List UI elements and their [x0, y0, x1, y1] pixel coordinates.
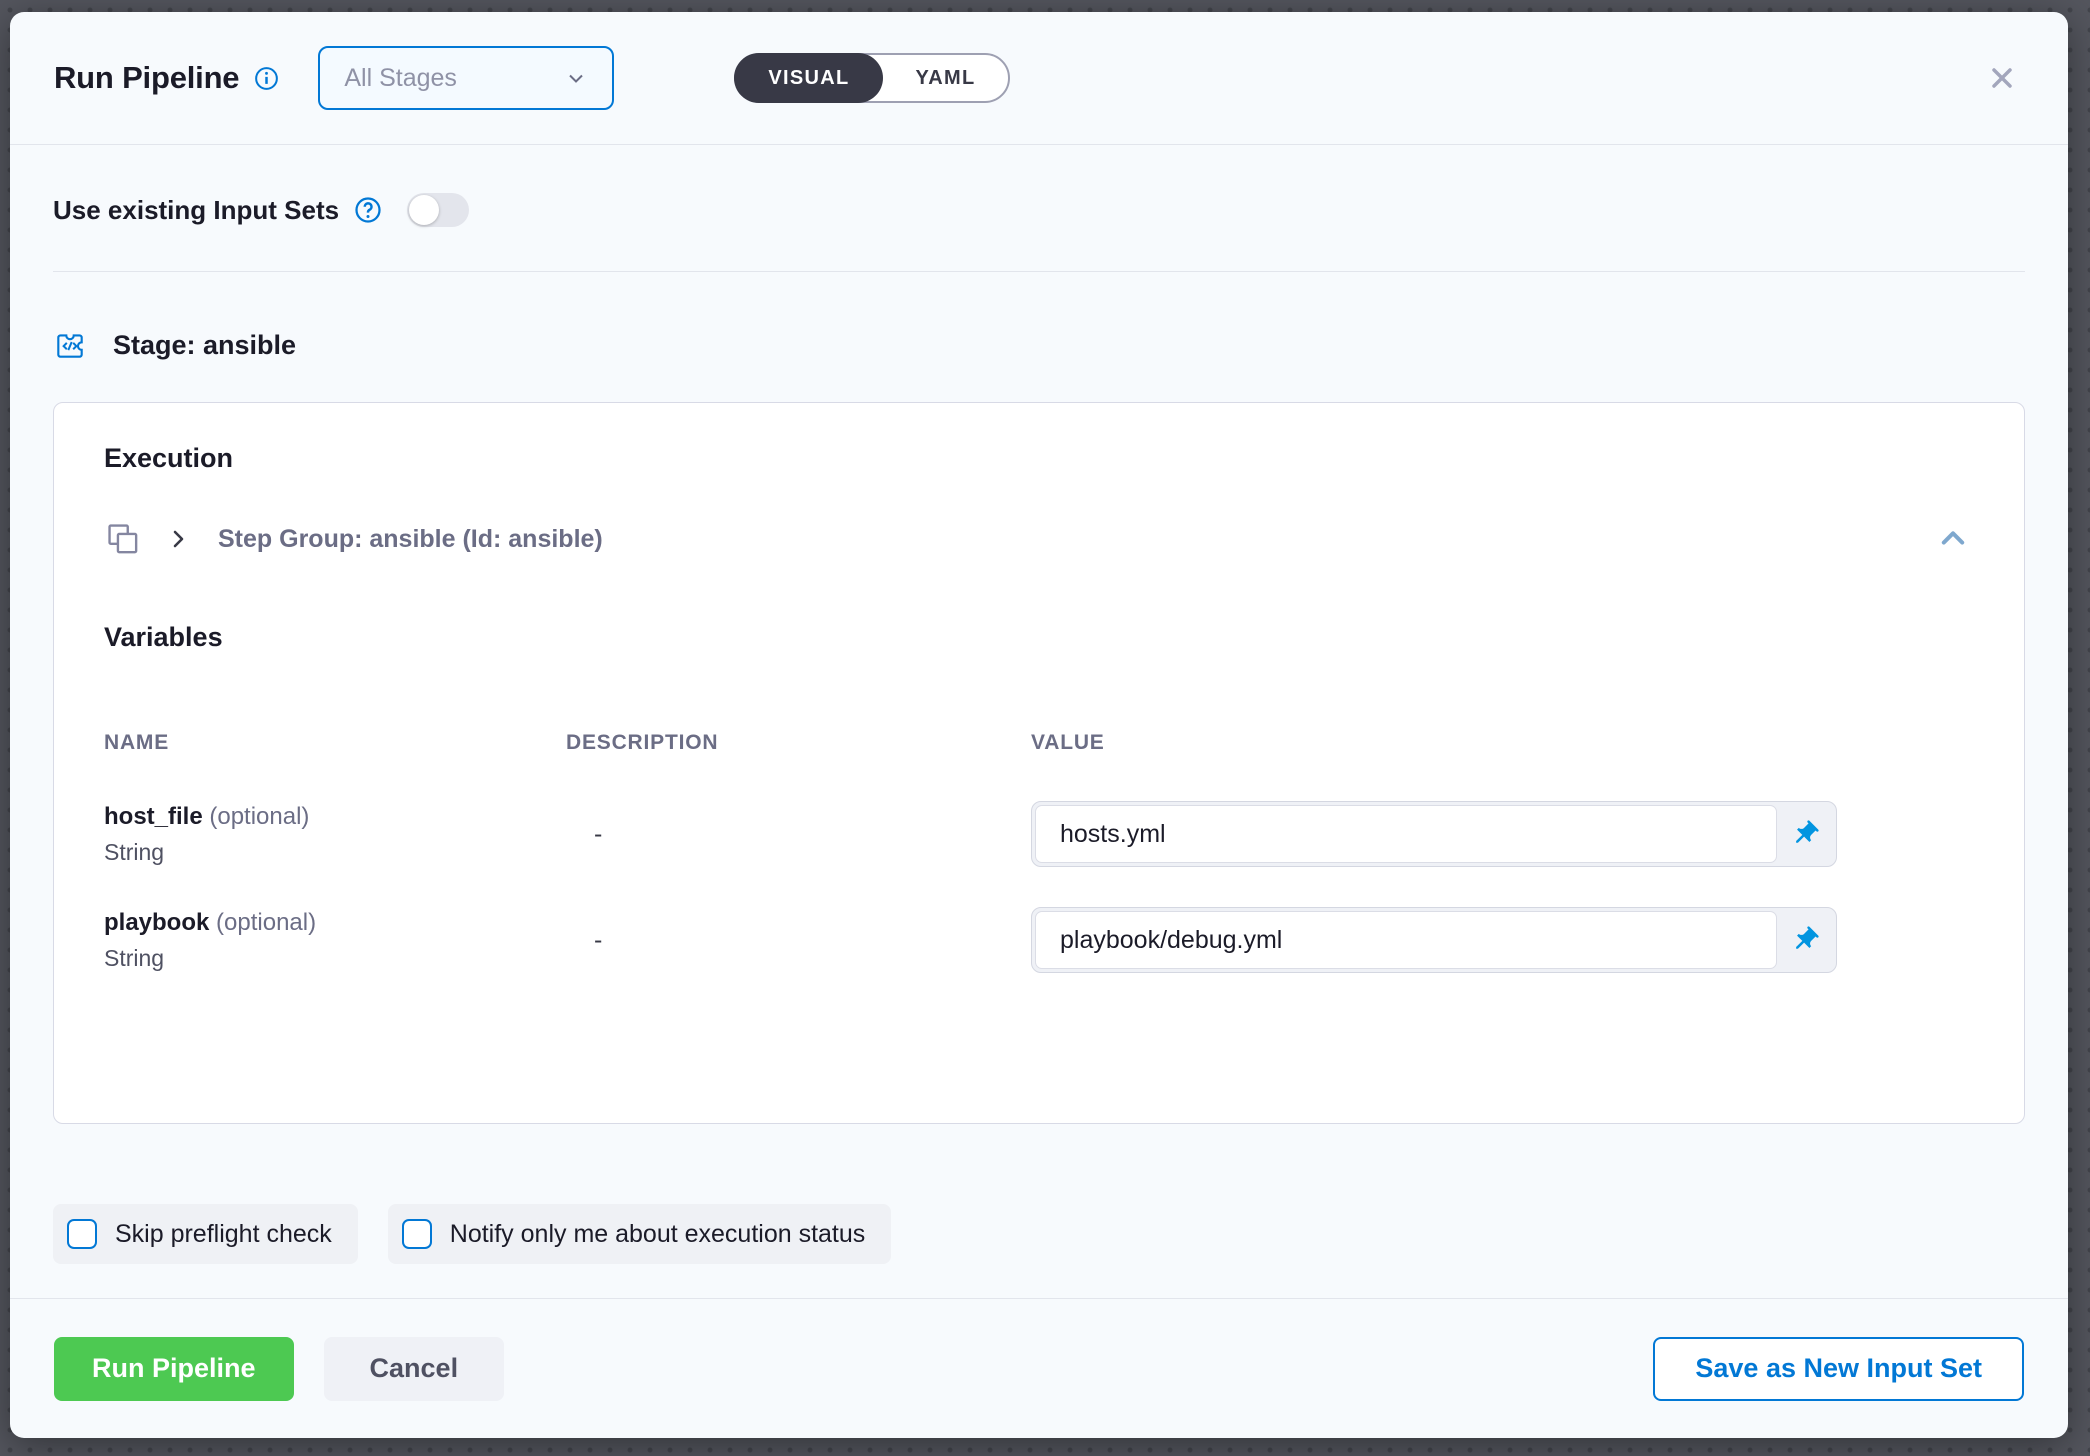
variables-title: Variables	[104, 622, 1974, 653]
variable-name: playbook	[104, 909, 209, 936]
pin-icon[interactable]	[1777, 911, 1833, 969]
skip-preflight-checkbox[interactable]: Skip preflight check	[53, 1204, 358, 1264]
dialog-footer: Run Pipeline Cancel Save as New Input Se…	[10, 1298, 2068, 1438]
variables-table-header: NAME DESCRIPTION VALUE	[104, 731, 1974, 755]
value-input-group	[1031, 801, 1837, 867]
use-existing-input-sets-label: Use existing Input Sets	[53, 195, 339, 226]
column-value: VALUE	[1031, 731, 1974, 755]
run-pipeline-button[interactable]: Run Pipeline	[54, 1337, 294, 1401]
tab-visual[interactable]: VISUAL	[734, 53, 883, 103]
checkbox-icon[interactable]	[402, 1219, 432, 1249]
skip-preflight-label: Skip preflight check	[115, 1220, 332, 1249]
table-row: playbook (optional) String -	[104, 907, 1974, 973]
stage-header-row: Stage: ansible	[53, 328, 2025, 362]
playbook-input[interactable]	[1035, 911, 1777, 969]
column-name: NAME	[104, 731, 566, 755]
optional-tag: (optional)	[209, 803, 309, 830]
checkbox-icon[interactable]	[67, 1219, 97, 1249]
cancel-button[interactable]: Cancel	[324, 1337, 505, 1401]
execution-title: Execution	[104, 443, 1974, 474]
column-description: DESCRIPTION	[566, 731, 1031, 755]
chevron-down-icon	[564, 66, 588, 90]
step-group-label: Step Group: ansible (Id: ansible)	[218, 525, 603, 554]
stage-title: Stage: ansible	[113, 330, 296, 361]
info-icon[interactable]	[253, 65, 280, 92]
visual-yaml-toggle: VISUAL YAML	[734, 53, 1009, 103]
close-icon[interactable]	[1980, 56, 2024, 100]
variable-name-cell: playbook (optional) String	[104, 909, 566, 972]
step-group-icon	[104, 520, 142, 558]
dialog-body: Use existing Input Sets	[10, 145, 2068, 1298]
step-group-row[interactable]: Step Group: ansible (Id: ansible)	[104, 518, 1974, 560]
notify-only-me-label: Notify only me about execution status	[450, 1220, 866, 1249]
toggle-knob	[409, 195, 439, 225]
chevron-up-icon[interactable]	[1932, 518, 1974, 560]
help-icon[interactable]	[353, 195, 383, 225]
variable-type: String	[104, 945, 566, 972]
variable-description: -	[566, 820, 1031, 849]
execution-card: Execution Step Group: ansible (Id: ansib…	[53, 402, 2025, 1124]
input-sets-toggle[interactable]	[407, 193, 469, 227]
page-title: Run Pipeline	[54, 60, 239, 96]
variable-name-cell: host_file (optional) String	[104, 803, 566, 866]
chevron-right-icon[interactable]	[166, 527, 190, 551]
host-file-input[interactable]	[1035, 805, 1777, 863]
stage-select-value: All Stages	[344, 64, 457, 93]
variable-description: -	[566, 926, 1031, 955]
optional-tag: (optional)	[216, 909, 316, 936]
divider	[53, 271, 2025, 272]
notify-only-me-checkbox[interactable]: Notify only me about execution status	[388, 1204, 892, 1264]
variable-name: host_file	[104, 803, 203, 830]
save-as-new-input-set-button[interactable]: Save as New Input Set	[1653, 1337, 2024, 1401]
dialog-header: Run Pipeline All Stages VISUAL YAML	[10, 12, 2068, 145]
variable-type: String	[104, 839, 566, 866]
execution-options-row: Skip preflight check Notify only me abou…	[53, 1204, 2025, 1264]
pin-icon[interactable]	[1777, 805, 1833, 863]
use-existing-input-sets-row: Use existing Input Sets	[53, 193, 2025, 227]
tab-yaml[interactable]: YAML	[883, 55, 1007, 101]
value-input-group	[1031, 907, 1837, 973]
stage-icon	[53, 328, 87, 362]
table-row: host_file (optional) String -	[104, 801, 1974, 867]
run-pipeline-dialog: Run Pipeline All Stages VISUAL YAML	[10, 12, 2068, 1438]
stage-select-dropdown[interactable]: All Stages	[318, 46, 614, 110]
